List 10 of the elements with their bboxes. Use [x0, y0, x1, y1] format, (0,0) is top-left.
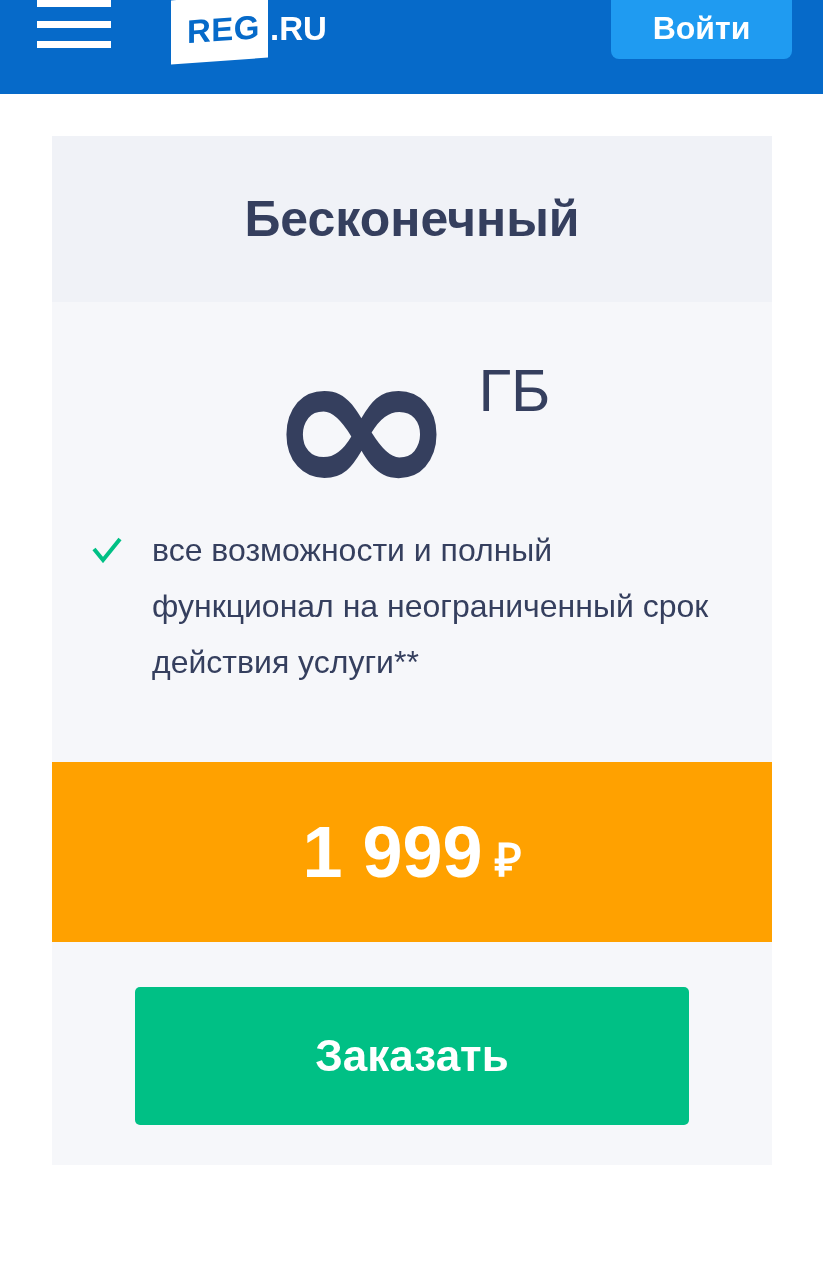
price-value: 1 999	[302, 811, 483, 893]
plan-title: Бесконечный	[244, 190, 580, 248]
menu-icon[interactable]	[37, 0, 111, 50]
logo-mark[interactable]: REG	[171, 0, 268, 65]
volume-value: ∞	[264, 350, 458, 500]
logo-text[interactable]: .RU	[270, 10, 327, 48]
currency-sign: ₽	[494, 833, 522, 888]
feature-text: все возможности и полный функционал на неограниченный срок действия услуги**	[152, 531, 710, 682]
login-button[interactable]: Войти	[611, 0, 792, 59]
volume-unit: ГБ	[478, 356, 551, 425]
